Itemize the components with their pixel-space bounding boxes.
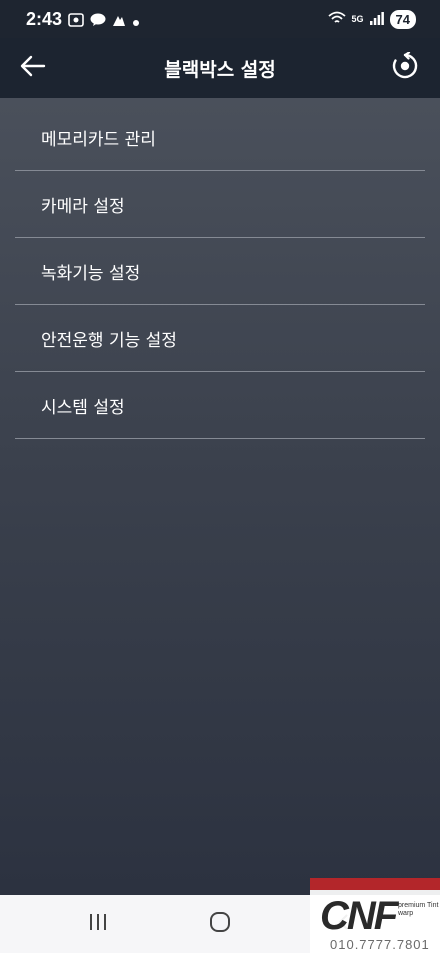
kakaotalk-icon (90, 12, 106, 31)
system-status-icons: 5G 74 (327, 10, 416, 29)
menu-item-camera[interactable]: 카메라 설정 (15, 171, 425, 238)
recent-apps-button[interactable] (76, 909, 120, 939)
dot-icon (132, 12, 140, 31)
status-time: 2:43 (26, 9, 63, 29)
page-title: 블랙박스 설정 (164, 59, 276, 81)
watermark-logo: CNF (320, 894, 398, 938)
network-type-label: 5G (351, 14, 364, 24)
watermark: CNF premium Tint warp 010.7777.7801 (310, 878, 440, 953)
screenshot-icon (68, 12, 84, 31)
menu-item-system[interactable]: 시스템 설정 (15, 372, 425, 439)
battery-level: 74 (389, 10, 416, 29)
signal-icon (369, 10, 384, 29)
watermark-stripe (310, 878, 440, 890)
menu-item-label: 녹화기능 설정 (41, 263, 141, 284)
home-icon (208, 911, 232, 937)
watermark-subtitle: premium Tint warp (398, 902, 439, 917)
wifi-icon (327, 10, 346, 29)
menu-item-label: 메모리카드 관리 (41, 130, 156, 150)
recent-apps-icon (87, 912, 109, 936)
menu-item-label: 안전운행 기능 설정 (41, 330, 177, 351)
menu-item-recording[interactable]: 녹화기능 설정 (15, 238, 425, 305)
menu-item-label: 시스템 설정 (41, 397, 125, 418)
status-bar: 2:43 5G 74 (0, 0, 440, 38)
app-icon (112, 12, 126, 31)
app-bar: 블랙박스 설정 (0, 38, 440, 98)
watermark-phone: 010.7777.7801 (330, 937, 430, 952)
menu-item-label: 카메라 설정 (41, 196, 125, 217)
settings-content: 메모리카드 관리 카메라 설정 녹화기능 설정 안전운행 기능 설정 시스템 설… (0, 98, 440, 895)
menu-item-memory-card[interactable]: 메모리카드 관리 (15, 105, 425, 171)
menu-item-safe-driving[interactable]: 안전운행 기능 설정 (15, 305, 425, 372)
sync-button[interactable] (386, 50, 424, 86)
sync-icon (391, 51, 419, 84)
notification-icons (68, 12, 140, 31)
settings-menu-list: 메모리카드 관리 카메라 설정 녹화기능 설정 안전운행 기능 설정 시스템 설… (15, 105, 425, 439)
home-button[interactable] (198, 909, 242, 939)
